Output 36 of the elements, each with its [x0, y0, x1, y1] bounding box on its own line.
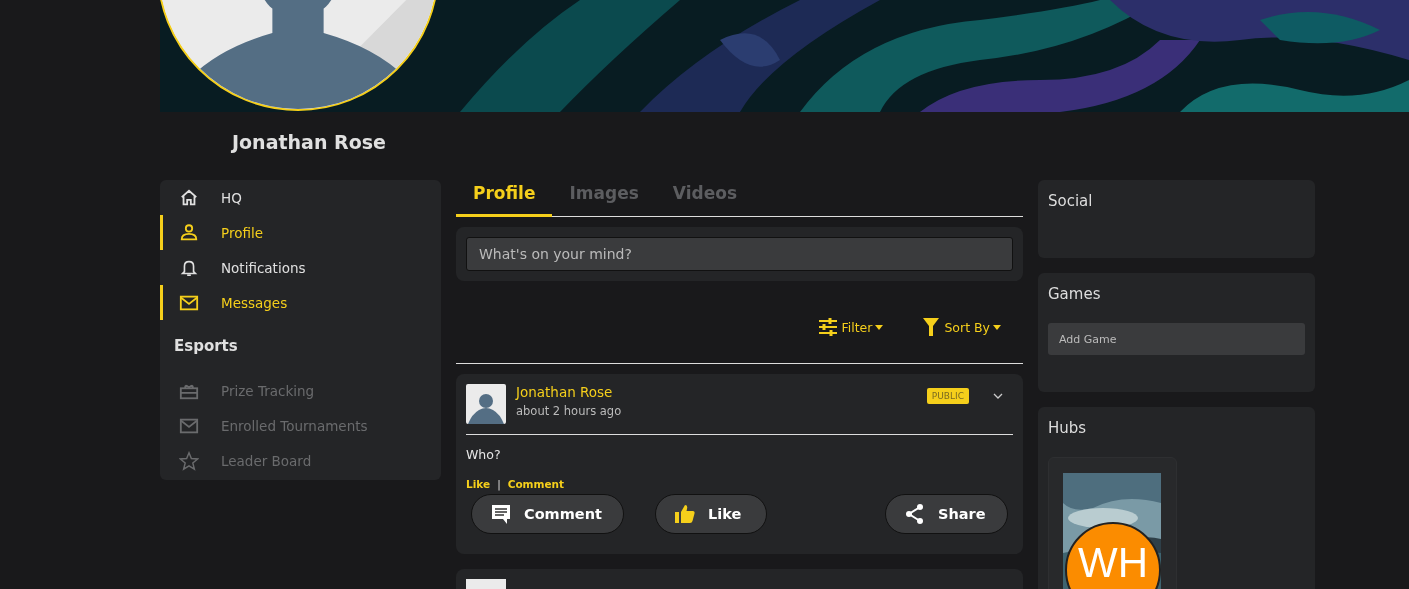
separator: | — [497, 478, 501, 490]
profile-name: Jonathan Rose — [232, 131, 386, 155]
author-link[interactable]: Jonathan Rose — [516, 384, 917, 400]
home-icon — [179, 187, 199, 208]
star-icon — [179, 450, 199, 471]
section-title: Esports — [174, 337, 238, 355]
share-button[interactable]: Share — [885, 494, 1008, 534]
avatar-icon — [466, 384, 506, 424]
post-text: Who? — [466, 447, 502, 462]
sort-button[interactable]: Sort By — [921, 318, 1001, 336]
nav-item[interactable]: Notifications — [160, 250, 441, 285]
post-link[interactable]: Like — [466, 478, 491, 490]
comment-icon — [490, 503, 512, 525]
nav-item[interactable]: Messages — [160, 285, 441, 320]
post-input-field[interactable]: What's on your mind? — [466, 237, 1013, 271]
tab[interactable]: Profile — [456, 180, 553, 217]
add-game-field[interactable]: Add Game — [1048, 323, 1305, 355]
comment-button[interactable]: Comment — [471, 494, 624, 534]
person-icon — [179, 222, 199, 243]
nav-item[interactable]: Profile — [160, 215, 441, 250]
card-title: Social — [1048, 192, 1094, 210]
funnel-icon — [921, 318, 942, 336]
share-icon — [904, 503, 926, 525]
card-title: Games — [1048, 285, 1102, 303]
thumbs-up-icon — [674, 503, 696, 525]
post-time: about 2 hours ago — [516, 404, 623, 418]
filter-button[interactable]: Filter — [818, 318, 884, 336]
like-button[interactable]: Like — [655, 494, 767, 534]
chevron-down-icon[interactable] — [993, 393, 1003, 399]
caret-icon — [993, 324, 1001, 330]
caret-icon — [875, 324, 884, 330]
card-title: Hubs — [1048, 419, 1088, 437]
nav-item[interactable]: HQ — [160, 180, 441, 215]
post-link[interactable]: Comment — [507, 478, 565, 490]
sliders-icon — [818, 318, 839, 336]
visibility-badge: PUBLIC — [926, 388, 969, 404]
